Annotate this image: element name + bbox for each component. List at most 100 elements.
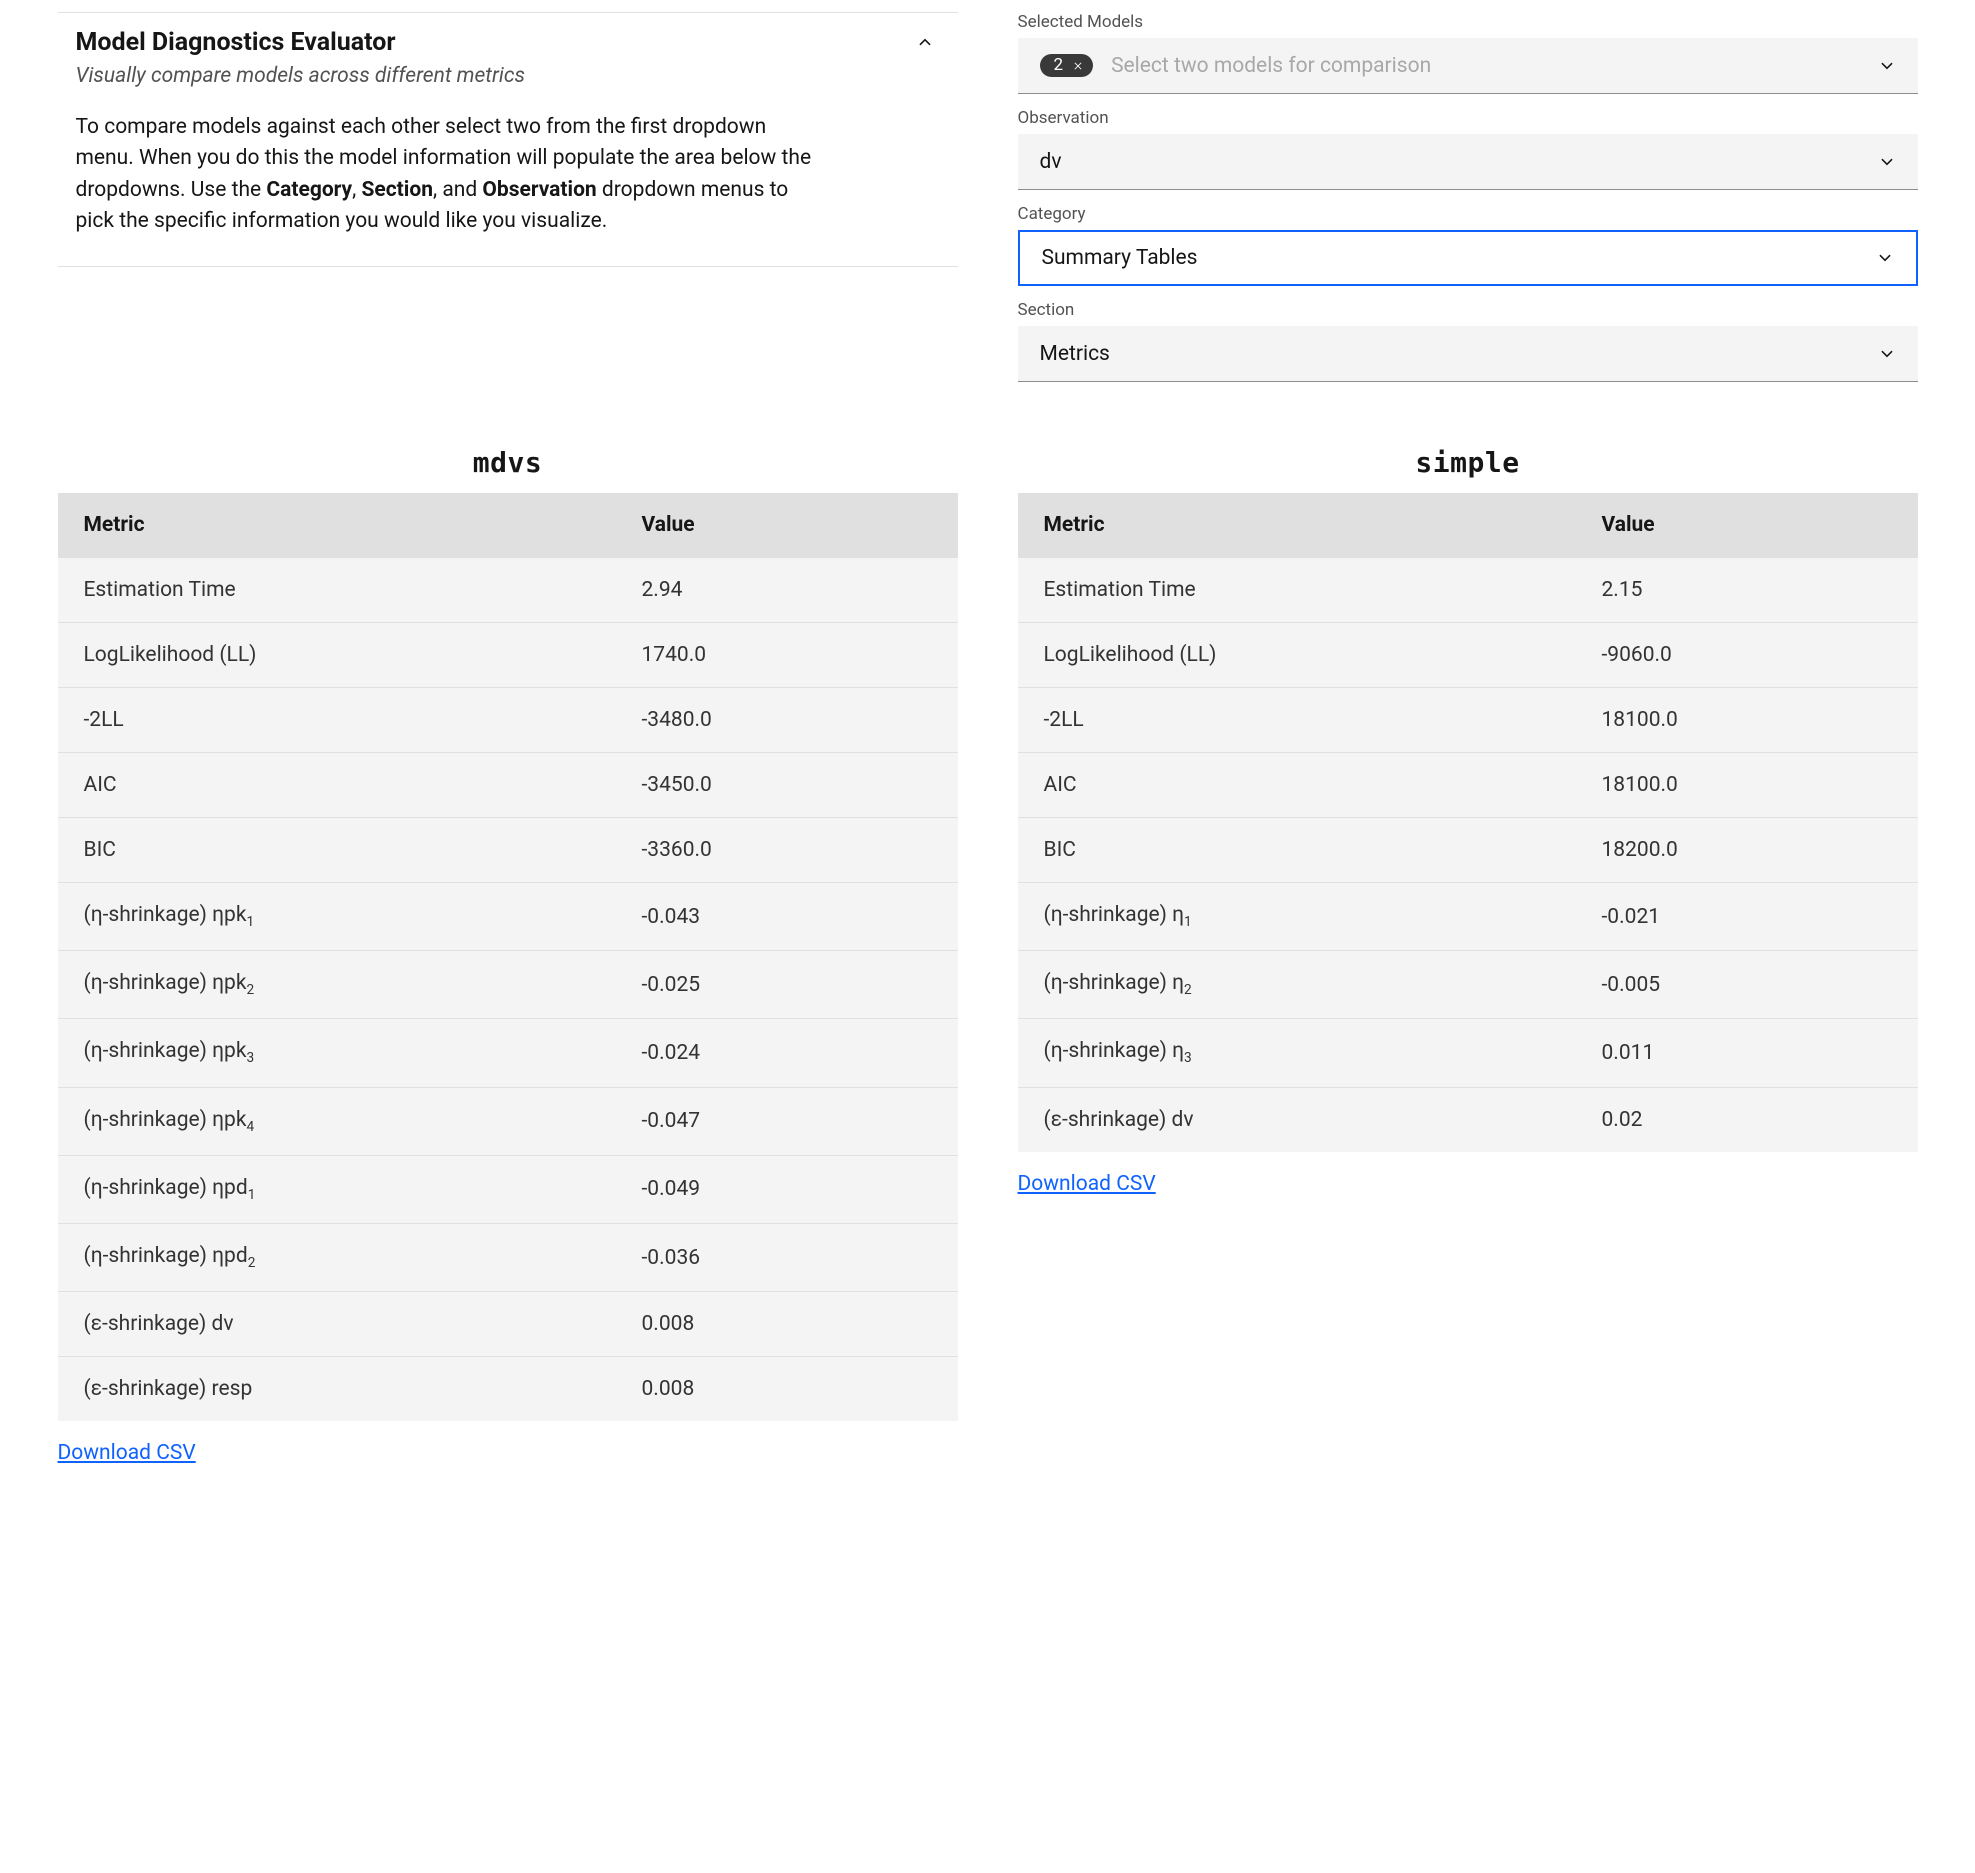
- metric-cell: (η-shrinkage) η3: [1018, 1019, 1576, 1087]
- value-cell: 18100.0: [1576, 688, 1918, 753]
- category-value: Summary Tables: [1042, 246, 1198, 270]
- table-row: Estimation Time2.94: [58, 558, 958, 623]
- download-csv-link[interactable]: Download CSV: [58, 1441, 196, 1465]
- header-panel: Model Diagnostics Evaluator Visually com…: [58, 12, 958, 267]
- results-model-b: simple Metric Value Estimation Time2.15L…: [1018, 446, 1918, 1465]
- table-header-value: Value: [616, 493, 958, 558]
- metric-cell: BIC: [58, 818, 616, 883]
- table-header-metric: Metric: [1018, 493, 1576, 558]
- value-cell: -0.036: [616, 1223, 958, 1291]
- metric-cell: BIC: [1018, 818, 1576, 883]
- selected-count-pill: 2: [1040, 54, 1094, 77]
- selected-models-dropdown[interactable]: 2 Select two models for comparison: [1018, 38, 1918, 94]
- table-row: (ε-shrinkage) dv0.02: [1018, 1087, 1918, 1152]
- table-row: LogLikelihood (LL)-9060.0: [1018, 623, 1918, 688]
- collapse-button[interactable]: [910, 27, 940, 57]
- chevron-down-icon: [1878, 57, 1896, 75]
- value-cell: -0.024: [616, 1019, 958, 1087]
- value-cell: 18100.0: [1576, 753, 1918, 818]
- table-row: -2LL18100.0: [1018, 688, 1918, 753]
- chevron-down-icon: [1878, 153, 1896, 171]
- metric-cell: (ε-shrinkage) resp: [58, 1357, 616, 1422]
- table-row: (η-shrinkage) η2-0.005: [1018, 951, 1918, 1019]
- table-row: AIC-3450.0: [58, 753, 958, 818]
- value-cell: -3360.0: [616, 818, 958, 883]
- metric-cell: (ε-shrinkage) dv: [58, 1292, 616, 1357]
- table-header-metric: Metric: [58, 493, 616, 558]
- metric-cell: -2LL: [58, 688, 616, 753]
- value-cell: 1740.0: [616, 623, 958, 688]
- value-cell: -3480.0: [616, 688, 958, 753]
- table-row: BIC18200.0: [1018, 818, 1918, 883]
- metric-cell: AIC: [58, 753, 616, 818]
- table-row: AIC18100.0: [1018, 753, 1918, 818]
- value-cell: -0.025: [616, 951, 958, 1019]
- metric-cell: (η-shrinkage) ηpd1: [58, 1155, 616, 1223]
- value-cell: 2.15: [1576, 558, 1918, 623]
- value-cell: -0.005: [1576, 951, 1918, 1019]
- table-row: -2LL-3480.0: [58, 688, 958, 753]
- metric-cell: (η-shrinkage) ηpk1: [58, 883, 616, 951]
- selected-models-placeholder: Select two models for comparison: [1111, 54, 1431, 78]
- table-row: (η-shrinkage) ηpk2-0.025: [58, 951, 958, 1019]
- metric-cell: (η-shrinkage) η2: [1018, 951, 1576, 1019]
- table-row: Estimation Time2.15: [1018, 558, 1918, 623]
- model-b-name: simple: [1018, 446, 1918, 479]
- table-row: (η-shrinkage) ηpd1-0.049: [58, 1155, 958, 1223]
- table-row: (η-shrinkage) η30.011: [1018, 1019, 1918, 1087]
- value-cell: 0.008: [616, 1292, 958, 1357]
- close-icon: [1071, 59, 1085, 73]
- value-cell: -0.049: [616, 1155, 958, 1223]
- chevron-down-icon: [1876, 249, 1894, 267]
- selected-count-number: 2: [1054, 57, 1064, 74]
- observation-dropdown[interactable]: dv: [1018, 134, 1918, 190]
- metric-cell: Estimation Time: [58, 558, 616, 623]
- chevron-down-icon: [1878, 345, 1896, 363]
- metric-cell: (ε-shrinkage) dv: [1018, 1087, 1576, 1152]
- selected-models-label: Selected Models: [1018, 12, 1918, 32]
- table-row: (ε-shrinkage) dv0.008: [58, 1292, 958, 1357]
- table-row: (η-shrinkage) ηpk1-0.043: [58, 883, 958, 951]
- page-title: Model Diagnostics Evaluator: [76, 27, 396, 60]
- category-dropdown[interactable]: Summary Tables: [1018, 230, 1918, 286]
- table-row: (η-shrinkage) ηpd2-0.036: [58, 1223, 958, 1291]
- table-row: (η-shrinkage) ηpk4-0.047: [58, 1087, 958, 1155]
- value-cell: -0.043: [616, 883, 958, 951]
- table-header-value: Value: [1576, 493, 1918, 558]
- model-a-name: mdvs: [58, 446, 958, 479]
- table-row: LogLikelihood (LL)1740.0: [58, 623, 958, 688]
- metric-cell: (η-shrinkage) ηpd2: [58, 1223, 616, 1291]
- description-text: To compare models against each other sel…: [58, 112, 958, 238]
- metric-cell: LogLikelihood (LL): [1018, 623, 1576, 688]
- download-csv-link[interactable]: Download CSV: [1018, 1172, 1156, 1196]
- metric-cell: -2LL: [1018, 688, 1576, 753]
- value-cell: 0.011: [1576, 1019, 1918, 1087]
- metric-cell: (η-shrinkage) ηpk2: [58, 951, 616, 1019]
- value-cell: -9060.0: [1576, 623, 1918, 688]
- section-dropdown[interactable]: Metrics: [1018, 326, 1918, 382]
- clear-selection-button[interactable]: [1071, 59, 1085, 73]
- value-cell: 18200.0: [1576, 818, 1918, 883]
- observation-label: Observation: [1018, 108, 1918, 128]
- table-row: (η-shrinkage) ηpk3-0.024: [58, 1019, 958, 1087]
- metric-cell: LogLikelihood (LL): [58, 623, 616, 688]
- model-a-tbody: Estimation Time2.94LogLikelihood (LL)174…: [58, 558, 958, 1422]
- category-label: Category: [1018, 204, 1918, 224]
- model-b-tbody: Estimation Time2.15LogLikelihood (LL)-90…: [1018, 558, 1918, 1152]
- observation-value: dv: [1040, 150, 1062, 174]
- model-a-table: Metric Value Estimation Time2.94LogLikel…: [58, 493, 958, 1421]
- value-cell: 0.008: [616, 1357, 958, 1422]
- value-cell: 0.02: [1576, 1087, 1918, 1152]
- metric-cell: (η-shrinkage) ηpk4: [58, 1087, 616, 1155]
- value-cell: -0.047: [616, 1087, 958, 1155]
- table-row: (ε-shrinkage) resp0.008: [58, 1357, 958, 1422]
- model-b-table: Metric Value Estimation Time2.15LogLikel…: [1018, 493, 1918, 1152]
- metric-cell: Estimation Time: [1018, 558, 1576, 623]
- chevron-up-icon: [916, 33, 934, 51]
- value-cell: -3450.0: [616, 753, 958, 818]
- page-subtitle: Visually compare models across different…: [58, 64, 958, 88]
- metric-cell: (η-shrinkage) ηpk3: [58, 1019, 616, 1087]
- metric-cell: (η-shrinkage) η1: [1018, 883, 1576, 951]
- table-row: (η-shrinkage) η1-0.021: [1018, 883, 1918, 951]
- section-label: Section: [1018, 300, 1918, 320]
